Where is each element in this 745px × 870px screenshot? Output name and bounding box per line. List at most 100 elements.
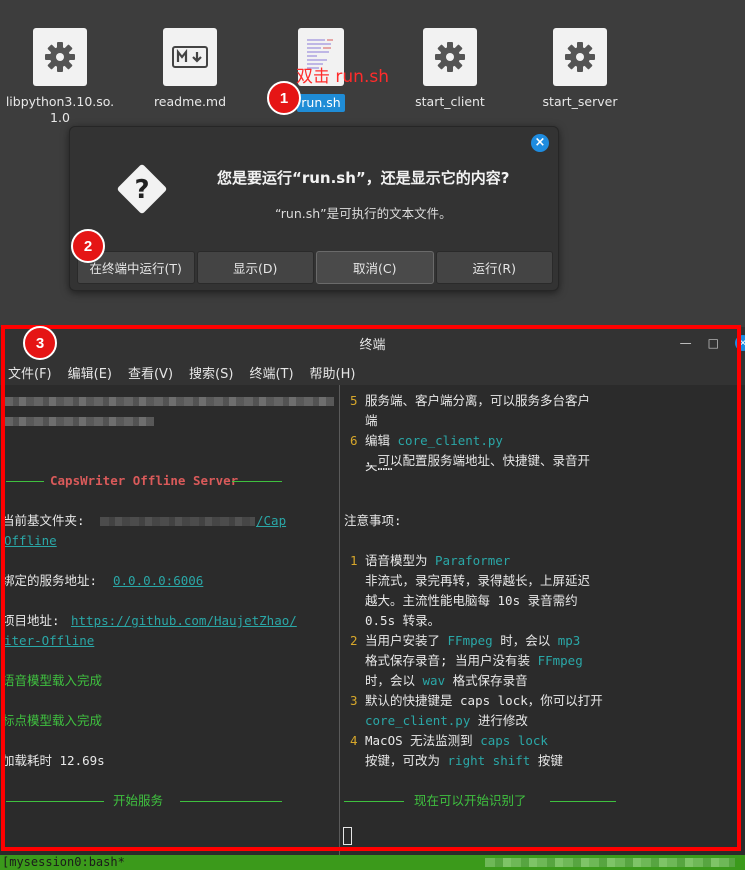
blurred-status <box>485 858 735 867</box>
list-number: 4 <box>350 733 358 748</box>
icon-label: libpython3.10.so. 1.0 <box>5 94 115 125</box>
icon-label: start_client <box>415 94 485 109</box>
list-item: core_client.py 进行修改 <box>365 711 528 731</box>
run-or-display-dialog: × ? 您是要运行“run.sh”，还是显示它的内容? “run.sh”是可执行… <box>69 126 559 291</box>
desktop-icon-start-server[interactable]: start_server <box>525 28 635 110</box>
list-item: 非流式，录完再转，录得越长，上屏延迟 <box>365 573 591 588</box>
keyword: caps lock <box>480 733 548 748</box>
desktop-icon-readme[interactable]: readme.md <box>135 28 245 110</box>
terminal-title: 终端 <box>359 337 386 353</box>
step-badge-2: 2 <box>71 229 105 263</box>
divider <box>232 481 282 482</box>
basedir-label: 当前基文件夹: <box>2 513 85 528</box>
terminal-titlebar: 终端 — □ × <box>0 327 745 359</box>
menu-search[interactable]: 搜索(S) <box>181 363 241 382</box>
blurred-text <box>4 417 154 426</box>
menu-help[interactable]: 帮助(H) <box>302 363 364 382</box>
desktop-icon-start-client[interactable]: start_client <box>395 28 505 110</box>
cancel-button[interactable]: 取消(C) <box>316 251 434 284</box>
list-item: 端 <box>365 413 378 428</box>
list-item: 语音模型为 Paraformer <box>365 551 510 571</box>
gear-icon <box>33 28 87 86</box>
terminal-pane-right[interactable]: 5 服务端、客户端分离，可以服务多台客户 端 6 编辑 core_client.… <box>342 385 745 855</box>
list-item: 越大。主流性能电脑每 10s 录音需约 <box>365 593 578 608</box>
text: 格式保存录音 <box>445 673 528 688</box>
svg-text:?: ? <box>134 175 149 205</box>
divider <box>6 481 44 482</box>
keyword: wav <box>422 673 446 688</box>
maximize-icon[interactable]: □ <box>708 336 719 350</box>
close-icon[interactable]: × <box>531 134 549 152</box>
icon-label: start_server <box>542 94 618 109</box>
notes-title: 注意事项: <box>344 513 402 528</box>
basedir-value: /Cap <box>256 513 287 528</box>
list-item: 编辑 core_client.py <box>365 431 503 451</box>
text: 编辑 <box>365 433 398 448</box>
model-name: Paraformer <box>435 553 511 568</box>
text: MacOS 无法监测到 <box>365 733 481 748</box>
terminal-pane-left[interactable]: CapsWriter Offline Server 当前基文件夹: /Cap O… <box>0 385 338 855</box>
divider <box>6 801 104 802</box>
dialog-title: 您是要运行“run.sh”，还是显示它的内容? <box>217 169 510 187</box>
list-item: 按键，可改为 right shift 按键 <box>365 751 563 771</box>
run-button[interactable]: 运行(R) <box>435 251 553 284</box>
blurred-path <box>100 517 255 526</box>
text: 按键 <box>530 753 563 768</box>
markdown-file-icon <box>163 28 217 86</box>
minimize-icon[interactable]: — <box>680 336 692 350</box>
bind-value: 0.0.0.0:6006 <box>113 573 204 588</box>
list-number: 2 <box>350 633 358 648</box>
blurred-text <box>4 397 334 406</box>
project-value[interactable]: https://github.com/HaujetZhao/ <box>71 611 297 631</box>
keyword: FFmpeg <box>447 633 493 648</box>
basedir-value-cont: Offline <box>4 533 57 548</box>
list-item: 服务端、客户端分离，可以服务多台客户 <box>365 393 591 408</box>
step-badge-1: 1 <box>267 81 301 115</box>
filename: core_client.py <box>365 713 471 728</box>
menu-file[interactable]: 文件(F) <box>0 363 60 382</box>
list-number: 1 <box>350 553 358 568</box>
menu-edit[interactable]: 编辑(E) <box>60 363 120 382</box>
keyword: right shift <box>447 753 531 768</box>
menu-terminal[interactable]: 终端(T) <box>241 363 301 382</box>
list-item-clipped: 关…… <box>365 465 393 473</box>
terminal-body[interactable]: CapsWriter Offline Server 当前基文件夹: /Cap O… <box>0 385 745 855</box>
text: 时，会以 <box>492 633 558 648</box>
terminal-cursor <box>343 827 352 845</box>
close-icon[interactable]: × <box>735 335 745 351</box>
ready-message: 现在可以开始识别了 <box>414 793 527 808</box>
model-loaded: 语音模型载入完成 <box>2 673 103 688</box>
dialog-buttons: 在终端中运行(T) 显示(D) 取消(C) 运行(R) <box>77 251 553 284</box>
list-item: 当用户安装了 FFmpeg 时，会以 mp3 <box>365 631 580 651</box>
project-label: 项目地址: <box>2 613 60 628</box>
icon-label: readme.md <box>153 94 227 109</box>
gear-icon <box>423 28 477 86</box>
desktop-icon-libpython[interactable]: libpython3.10.so. 1.0 <box>5 28 115 126</box>
pane-divider[interactable] <box>339 385 340 855</box>
list-item: ，可以配置服务端地址、快捷键、录音开 <box>365 453 591 468</box>
keyword: FFmpeg <box>537 653 583 668</box>
dialog-subtitle: “run.sh”是可执行的文本文件。 <box>275 206 452 221</box>
text: 当用户安装了 <box>365 633 448 648</box>
start-service: 开始服务 <box>113 793 164 808</box>
menu-view[interactable]: 查看(V) <box>120 363 181 382</box>
gear-icon <box>553 28 607 86</box>
list-number: 6 <box>350 433 358 448</box>
display-button[interactable]: 显示(D) <box>196 251 314 284</box>
divider <box>344 801 404 802</box>
step-badge-3: 3 <box>23 326 57 360</box>
filename: core_client.py <box>397 433 503 448</box>
question-icon: ? <box>116 163 168 219</box>
terminal-menubar: 文件(F) 编辑(E) 查看(V) 搜索(S) 终端(T) 帮助(H) <box>0 359 745 385</box>
list-number: 3 <box>350 693 358 708</box>
project-value-cont[interactable]: iter-Offline <box>4 631 94 651</box>
divider <box>180 801 282 802</box>
tmux-status-bar: [mysession0:bash* <box>0 855 745 870</box>
list-item: 时，会以 wav 格式保存录音 <box>365 671 528 691</box>
annotation-double-click: 双击 run.sh <box>296 67 389 87</box>
punc-loaded: 标点模型载入完成 <box>2 713 103 728</box>
icon-label-selected: run.sh <box>297 94 345 112</box>
list-item: MacOS 无法监测到 caps lock <box>365 731 548 751</box>
text: 时，会以 <box>365 673 423 688</box>
text: 按键，可改为 <box>365 753 448 768</box>
